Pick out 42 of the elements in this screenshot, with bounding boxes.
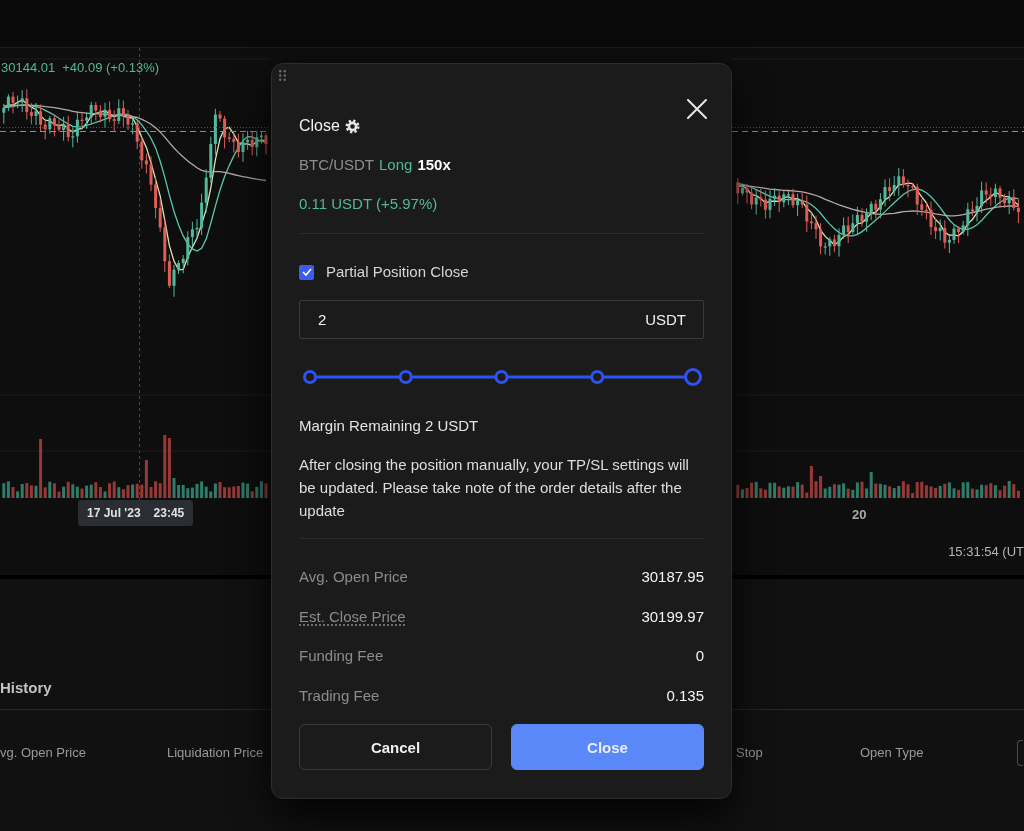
cancel-button[interactable]: Cancel bbox=[299, 724, 492, 770]
detail-label: Avg. Open Price bbox=[299, 567, 408, 587]
notice-text: After closing the position manually, your TP/SL settings will be updated. Please take note of the order details after the update bbox=[299, 455, 690, 521]
dialog-title: Close bbox=[299, 116, 340, 136]
leverage-label: 150x bbox=[417, 155, 451, 175]
slider-step-icon[interactable] bbox=[494, 370, 509, 384]
pair-label: BTC/USDT bbox=[299, 155, 374, 175]
column-header: Open Type bbox=[860, 745, 924, 760]
unit-label: USDT bbox=[645, 310, 686, 329]
detail-label: Trading Fee bbox=[299, 685, 380, 706]
last-price: 30144.01 bbox=[1, 60, 56, 76]
time-label: 23:45 bbox=[153, 506, 185, 520]
time-axis-label: 20 bbox=[852, 507, 867, 523]
date-label: 17 Jul '23 bbox=[87, 506, 141, 520]
margin-remaining-text: Margin Remaining 2 USDT bbox=[299, 416, 479, 436]
slider-step-icon[interactable] bbox=[398, 370, 413, 384]
detail-value: 0 bbox=[695, 646, 704, 666]
column-header: vg. Open Price bbox=[0, 745, 86, 760]
input-field[interactable] bbox=[1017, 740, 1023, 766]
checkbox[interactable] bbox=[299, 264, 314, 280]
price-change: +40.09 (+0.13%) bbox=[62, 60, 160, 76]
close-button[interactable] bbox=[687, 99, 707, 119]
drag-handle-icon[interactable] bbox=[279, 70, 286, 81]
clock-label: 15:31:54 (UT bbox=[948, 544, 1024, 560]
slider-thumb[interactable] bbox=[684, 368, 702, 386]
column-header: Liquidation Price bbox=[167, 745, 264, 760]
checkbox-label: Partial Position Close bbox=[326, 262, 469, 282]
profit-text: 0.11 USDT (+5.97%) bbox=[299, 194, 438, 214]
detail-label: Funding Fee bbox=[299, 646, 384, 666]
detail-value: 30187.95 bbox=[641, 567, 704, 587]
checkmark-icon bbox=[301, 268, 312, 276]
section-title: History bbox=[0, 679, 52, 696]
slider-step-icon[interactable] bbox=[303, 370, 317, 384]
column-header: Stop bbox=[736, 745, 763, 760]
detail-value: 30199.97 bbox=[641, 606, 704, 627]
detail-label: Est. Close Price bbox=[299, 606, 406, 627]
close-icon bbox=[687, 99, 707, 119]
slider-track[interactable] bbox=[303, 368, 702, 386]
position-side: Long bbox=[379, 155, 413, 175]
detail-value: 0.135 bbox=[666, 685, 704, 706]
slider-step-icon[interactable] bbox=[590, 370, 605, 384]
settings-icon[interactable] bbox=[344, 118, 360, 134]
